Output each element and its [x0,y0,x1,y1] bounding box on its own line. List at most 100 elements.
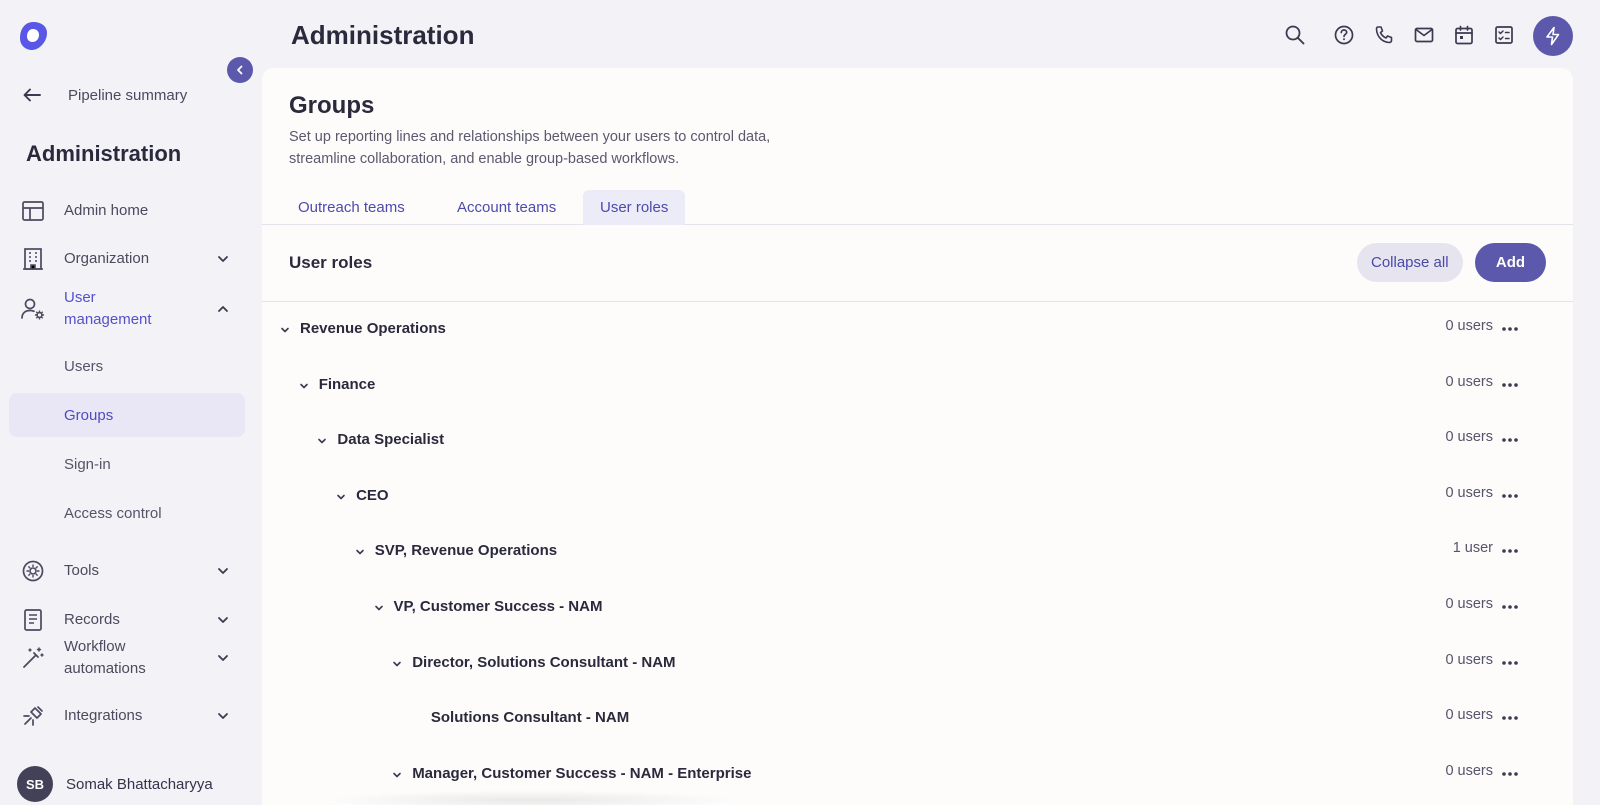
more-options-icon[interactable] [1499,543,1521,559]
role-name: CEO [356,486,389,504]
layout-icon [20,198,46,224]
sidebar-item-label: Organization [64,250,150,267]
sidebar-subitem-users[interactable]: Users [9,344,245,388]
quick-actions-button[interactable] [1533,16,1573,56]
phone-icon[interactable] [1370,21,1398,49]
role-user-count: 1 user [1452,540,1493,557]
role-row[interactable]: Revenue Operations 0 users [262,302,1573,358]
chevron-down-icon [218,568,228,574]
chevron-down-icon[interactable] [353,545,367,559]
chevron-down-icon[interactable] [390,657,404,671]
help-icon[interactable] [1330,21,1358,49]
role-user-count: 0 users [1445,318,1493,334]
chevron-down-icon[interactable] [297,379,311,393]
role-row[interactable]: CEO 0 users [262,469,1573,525]
role-name: Director, Solutions Consultant - NAM [412,653,676,671]
sidebar-subitem-groups[interactable]: Groups [9,393,245,437]
more-options-icon[interactable] [1499,432,1521,448]
role-name: Solutions Consultant - NAM [430,709,630,727]
sidebar-item-label: Integrations [64,707,143,724]
user-name: Somak Bhattacharyya [66,775,213,793]
groups-tabs: Outreach teams Account teams User roles [262,190,1573,225]
role-row[interactable]: Director, Solutions Consultant - NAM 0 us… [262,636,1573,692]
sidebar-title: Administration [26,141,182,166]
calendar-icon[interactable] [1450,21,1478,49]
more-options-icon[interactable] [1499,377,1521,393]
sidebar-item-organization[interactable]: Organization [20,246,242,272]
sidebar-item-user-management[interactable]: User management [20,287,242,331]
sidebar: Pipeline summary Administration Admin ho… [0,0,262,805]
records-icon [20,607,46,633]
role-row[interactable]: VP, Customer Success - NAM 0 users [262,580,1573,636]
back-label: Pipeline summary [68,86,188,104]
chevron-left-icon [237,65,243,75]
sidebar-item-label: Workflow automations [64,638,146,677]
role-user-count: 0 users [1445,484,1493,501]
arrow-left-icon [23,88,41,102]
sidebar-item-tools[interactable]: Tools [20,558,242,584]
sidebar-item-records[interactable]: Records [20,607,242,633]
sidebar-item-integrations[interactable]: Integrations [20,703,242,729]
chevron-down-icon[interactable] [372,601,386,615]
role-user-count: 0 users [1445,651,1493,668]
chevron-down-icon [218,655,228,661]
role-row[interactable]: Data Specialist 0 users [262,413,1573,469]
sidebar-subitem-access-control[interactable]: Access control [9,491,245,535]
scroll-shadow [320,790,740,805]
building-icon [20,246,46,272]
chevron-down-icon [218,713,228,719]
chevron-down-icon[interactable] [315,434,329,448]
sidebar-item-admin-home[interactable]: Admin home [20,198,242,224]
more-options-icon[interactable] [1499,655,1521,671]
sidebar-item-label: User management [64,289,152,328]
sidebar-item-label: Admin home [64,202,149,219]
add-button[interactable]: Add [1475,243,1546,282]
role-user-count: 0 users [1445,429,1493,446]
tools-icon [20,558,46,584]
role-name: Manager, Customer Success - NAM - Enterp… [412,764,752,782]
role-name: Revenue Operations [300,320,446,337]
role-user-count: 0 users [1445,596,1493,612]
page-title: Administration [291,20,475,50]
tab-account-teams[interactable]: Account teams [440,190,573,225]
role-row[interactable]: Solutions Consultant - NAM 0 users [262,691,1573,747]
role-name: Finance [318,375,376,393]
sidebar-subitem-sign-in[interactable]: Sign-in [9,442,245,486]
more-options-icon[interactable] [1499,488,1521,504]
chevron-down-icon[interactable] [278,323,292,337]
role-name: Data Specialist [337,431,445,449]
back-to-pipeline-link[interactable]: Pipeline summary [22,82,187,108]
groups-title: Groups [289,92,375,119]
chevron-down-icon [218,256,228,262]
tab-user-roles[interactable]: User roles [583,190,686,225]
search-icon[interactable] [1281,21,1309,49]
collapse-all-button[interactable]: Collapse all [1357,243,1463,282]
task-icon[interactable] [1490,21,1518,49]
sidebar-item-label: Tools [64,562,100,579]
groups-description: Set up reporting lines and relationships… [289,129,771,167]
outreach-logo-icon[interactable] [17,20,49,52]
tab-outreach-teams[interactable]: Outreach teams [281,190,422,225]
more-options-icon[interactable] [1499,599,1521,615]
more-options-icon[interactable] [1499,766,1521,782]
role-row[interactable]: Finance 0 users [262,358,1573,414]
collapse-sidebar-button[interactable] [227,57,253,83]
bolt-icon [1546,26,1560,46]
plug-icon [20,703,46,729]
mail-icon[interactable] [1410,21,1438,49]
sidebar-item-workflow-automations[interactable]: Workflow automations [20,636,242,680]
role-user-count: 0 users [1445,762,1493,779]
chevron-down-icon [218,617,228,623]
role-name: VP, Customer Success - NAM [393,598,603,615]
user-gear-icon [20,296,46,322]
chevron-down-icon[interactable] [390,768,404,782]
chevron-down-icon[interactable] [334,490,348,504]
current-user-menu[interactable]: SB Somak Bhattacharyya [17,766,213,802]
user-roles-header: User roles Collapse all Add [262,225,1573,302]
role-row[interactable]: SVP, Revenue Operations 1 user [262,524,1573,580]
sidebar-item-label: Records [64,611,120,628]
magic-wand-icon [20,645,46,671]
role-user-count: 0 users [1445,707,1493,724]
more-options-icon[interactable] [1499,710,1521,726]
more-options-icon[interactable] [1499,321,1521,337]
